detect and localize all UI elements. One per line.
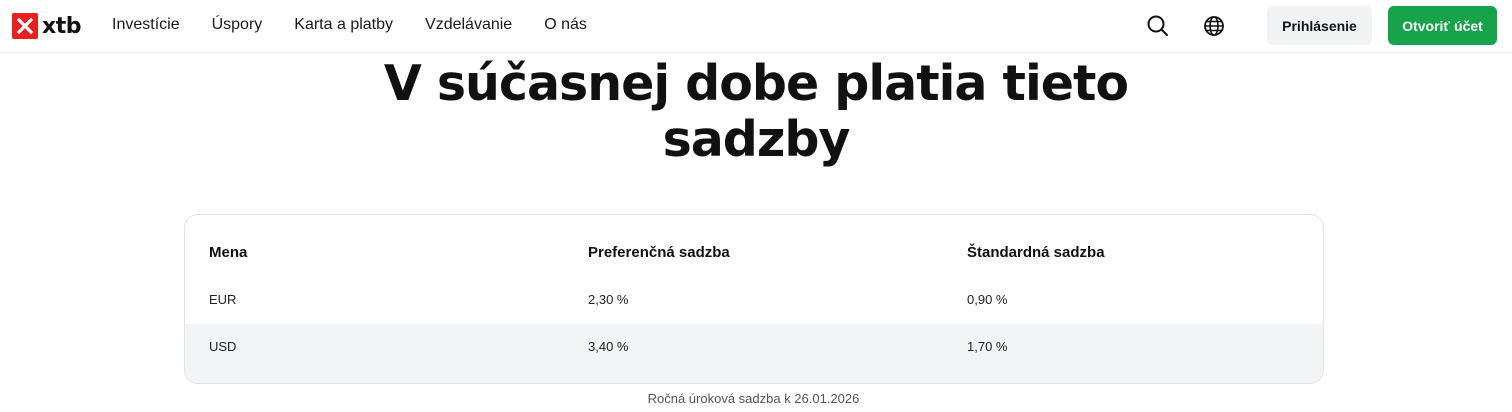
page-title: V súčasnej dobe platia tieto sadzby [383,55,1129,168]
rate-date-footnote: Ročná úroková sadzba k 26.01.2026 [647,391,860,406]
nav-item-vzdelavanie[interactable]: Vzdelávanie [425,16,512,34]
search-icon[interactable] [1145,13,1171,39]
top-navigation-bar: xtb Investície Úspory Karta a platby Vzd… [0,0,1512,53]
logo-text: xtb [42,13,81,39]
currency-cell: USD [209,339,237,354]
nav-item-investicie[interactable]: Investície [112,16,180,34]
globe-icon[interactable] [1201,13,1227,39]
nav-item-o-nas[interactable]: O nás [544,16,587,34]
table-header-row: Mena Preferenčná sadzba Štandardná sadzb… [185,227,1323,277]
xtb-logo[interactable]: xtb [12,13,81,39]
table-row: EUR 2,30 % 0,90 % [185,273,1323,325]
nav-item-uspory[interactable]: Úspory [212,16,263,34]
xtb-logo-mark-icon [12,13,38,39]
table-row: USD 3,40 % 1,70 % [185,324,1323,383]
standard-rate-cell: 1,70 % [967,339,1008,354]
column-header-standard-rate: Štandardná sadzba [967,243,1105,261]
login-button[interactable]: Prihlásenie [1267,6,1372,45]
rates-table: Mena Preferenčná sadzba Štandardná sadzb… [184,214,1324,384]
nav-item-karta-a-platby[interactable]: Karta a platby [294,16,393,34]
open-account-button[interactable]: Otvoriť účet [1388,6,1497,45]
preferential-rate-cell: 3,40 % [588,339,629,354]
main-nav: Investície Úspory Karta a platby Vzdeláv… [112,16,587,34]
column-header-preferential-rate: Preferenčná sadzba [588,243,730,261]
column-header-currency: Mena [209,243,248,261]
